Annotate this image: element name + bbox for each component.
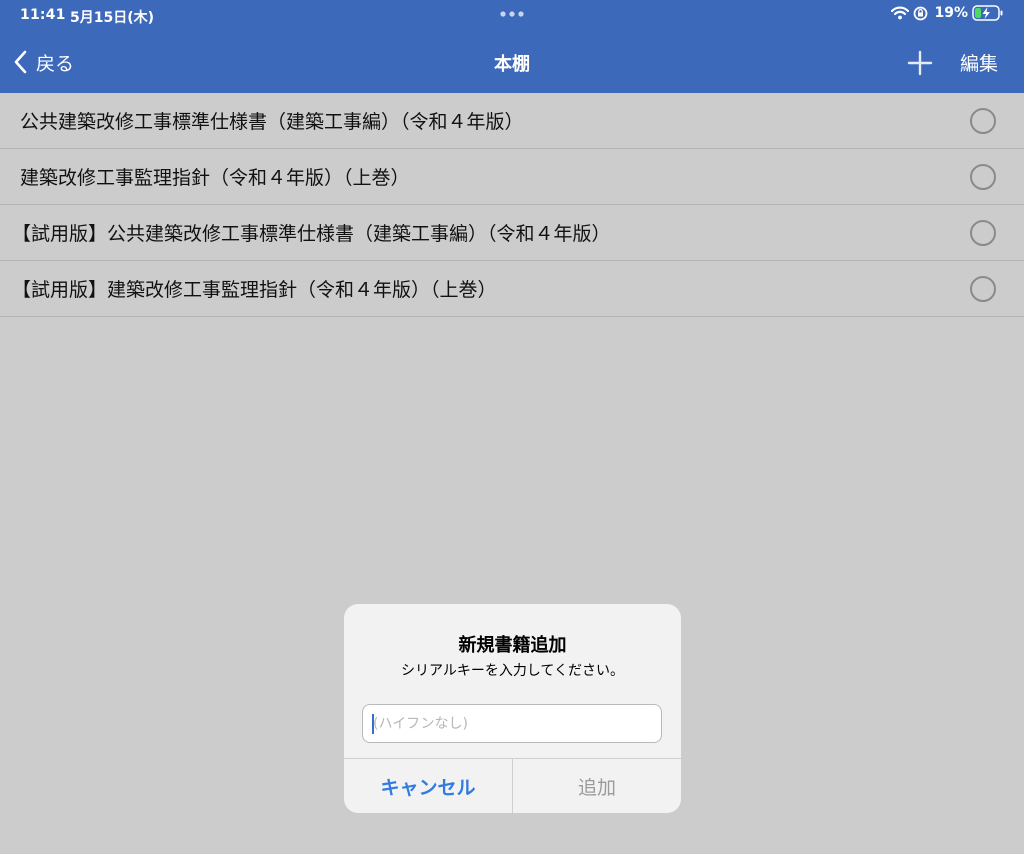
text-cursor bbox=[372, 714, 374, 734]
selection-circle-icon[interactable] bbox=[970, 164, 996, 190]
status-bar: 11:41 5月15日(木) 19% bbox=[0, 0, 1024, 30]
book-row[interactable]: 【試用版】公共建築改修工事標準仕様書（建築工事編）（令和４年版） bbox=[0, 205, 1024, 261]
book-title: 【試用版】公共建築改修工事標準仕様書（建築工事編）（令和４年版） bbox=[12, 223, 611, 245]
wifi-icon bbox=[891, 6, 910, 20]
battery-percentage: 19% bbox=[934, 5, 968, 21]
alert-message: シリアルキーを入力してください。 bbox=[400, 663, 625, 679]
serial-key-input[interactable] bbox=[362, 704, 662, 743]
orientation-lock-icon bbox=[914, 6, 928, 20]
status-time: 11:41 bbox=[20, 7, 66, 23]
edit-button[interactable]: 編集 bbox=[960, 49, 998, 76]
app-header: 11:41 5月15日(木) 19% 戻る 本棚 編集 bbox=[0, 0, 1024, 93]
alert-button-row: キャンセル 追加 bbox=[344, 758, 681, 813]
book-row[interactable]: 公共建築改修工事標準仕様書（建築工事編）（令和４年版） bbox=[0, 93, 1024, 149]
book-title: 【試用版】建築改修工事監理指針（令和４年版）（上巻） bbox=[12, 279, 497, 301]
page-title: 本棚 bbox=[494, 54, 530, 75]
cancel-button[interactable]: キャンセル bbox=[344, 759, 513, 813]
alert-title: 新規書籍追加 bbox=[458, 635, 567, 656]
book-row[interactable]: 建築改修工事監理指針（令和４年版）（上巻） bbox=[0, 149, 1024, 205]
book-title: 建築改修工事監理指針（令和４年版）（上巻） bbox=[20, 167, 410, 189]
selection-circle-icon[interactable] bbox=[970, 108, 996, 134]
add-confirm-button[interactable]: 追加 bbox=[513, 759, 681, 813]
status-indicators: 19% bbox=[891, 5, 1004, 21]
book-row[interactable]: 【試用版】建築改修工事監理指針（令和４年版）（上巻） bbox=[0, 261, 1024, 317]
selection-circle-icon[interactable] bbox=[970, 220, 996, 246]
selection-circle-icon[interactable] bbox=[970, 276, 996, 302]
book-title: 公共建築改修工事標準仕様書（建築工事編）（令和４年版） bbox=[20, 111, 524, 133]
multitask-dots-icon[interactable] bbox=[499, 7, 525, 21]
bookshelf-list: 公共建築改修工事標準仕様書（建築工事編）（令和４年版） 建築改修工事監理指針（令… bbox=[0, 93, 1024, 317]
add-book-alert: 新規書籍追加 シリアルキーを入力してください。 キャンセル 追加 bbox=[344, 604, 681, 813]
plus-icon[interactable] bbox=[906, 49, 934, 77]
status-date: 5月15日(木) bbox=[70, 10, 155, 26]
navigation-bar: 戻る 本棚 編集 bbox=[0, 30, 1024, 93]
battery-charging-icon bbox=[972, 5, 1003, 21]
